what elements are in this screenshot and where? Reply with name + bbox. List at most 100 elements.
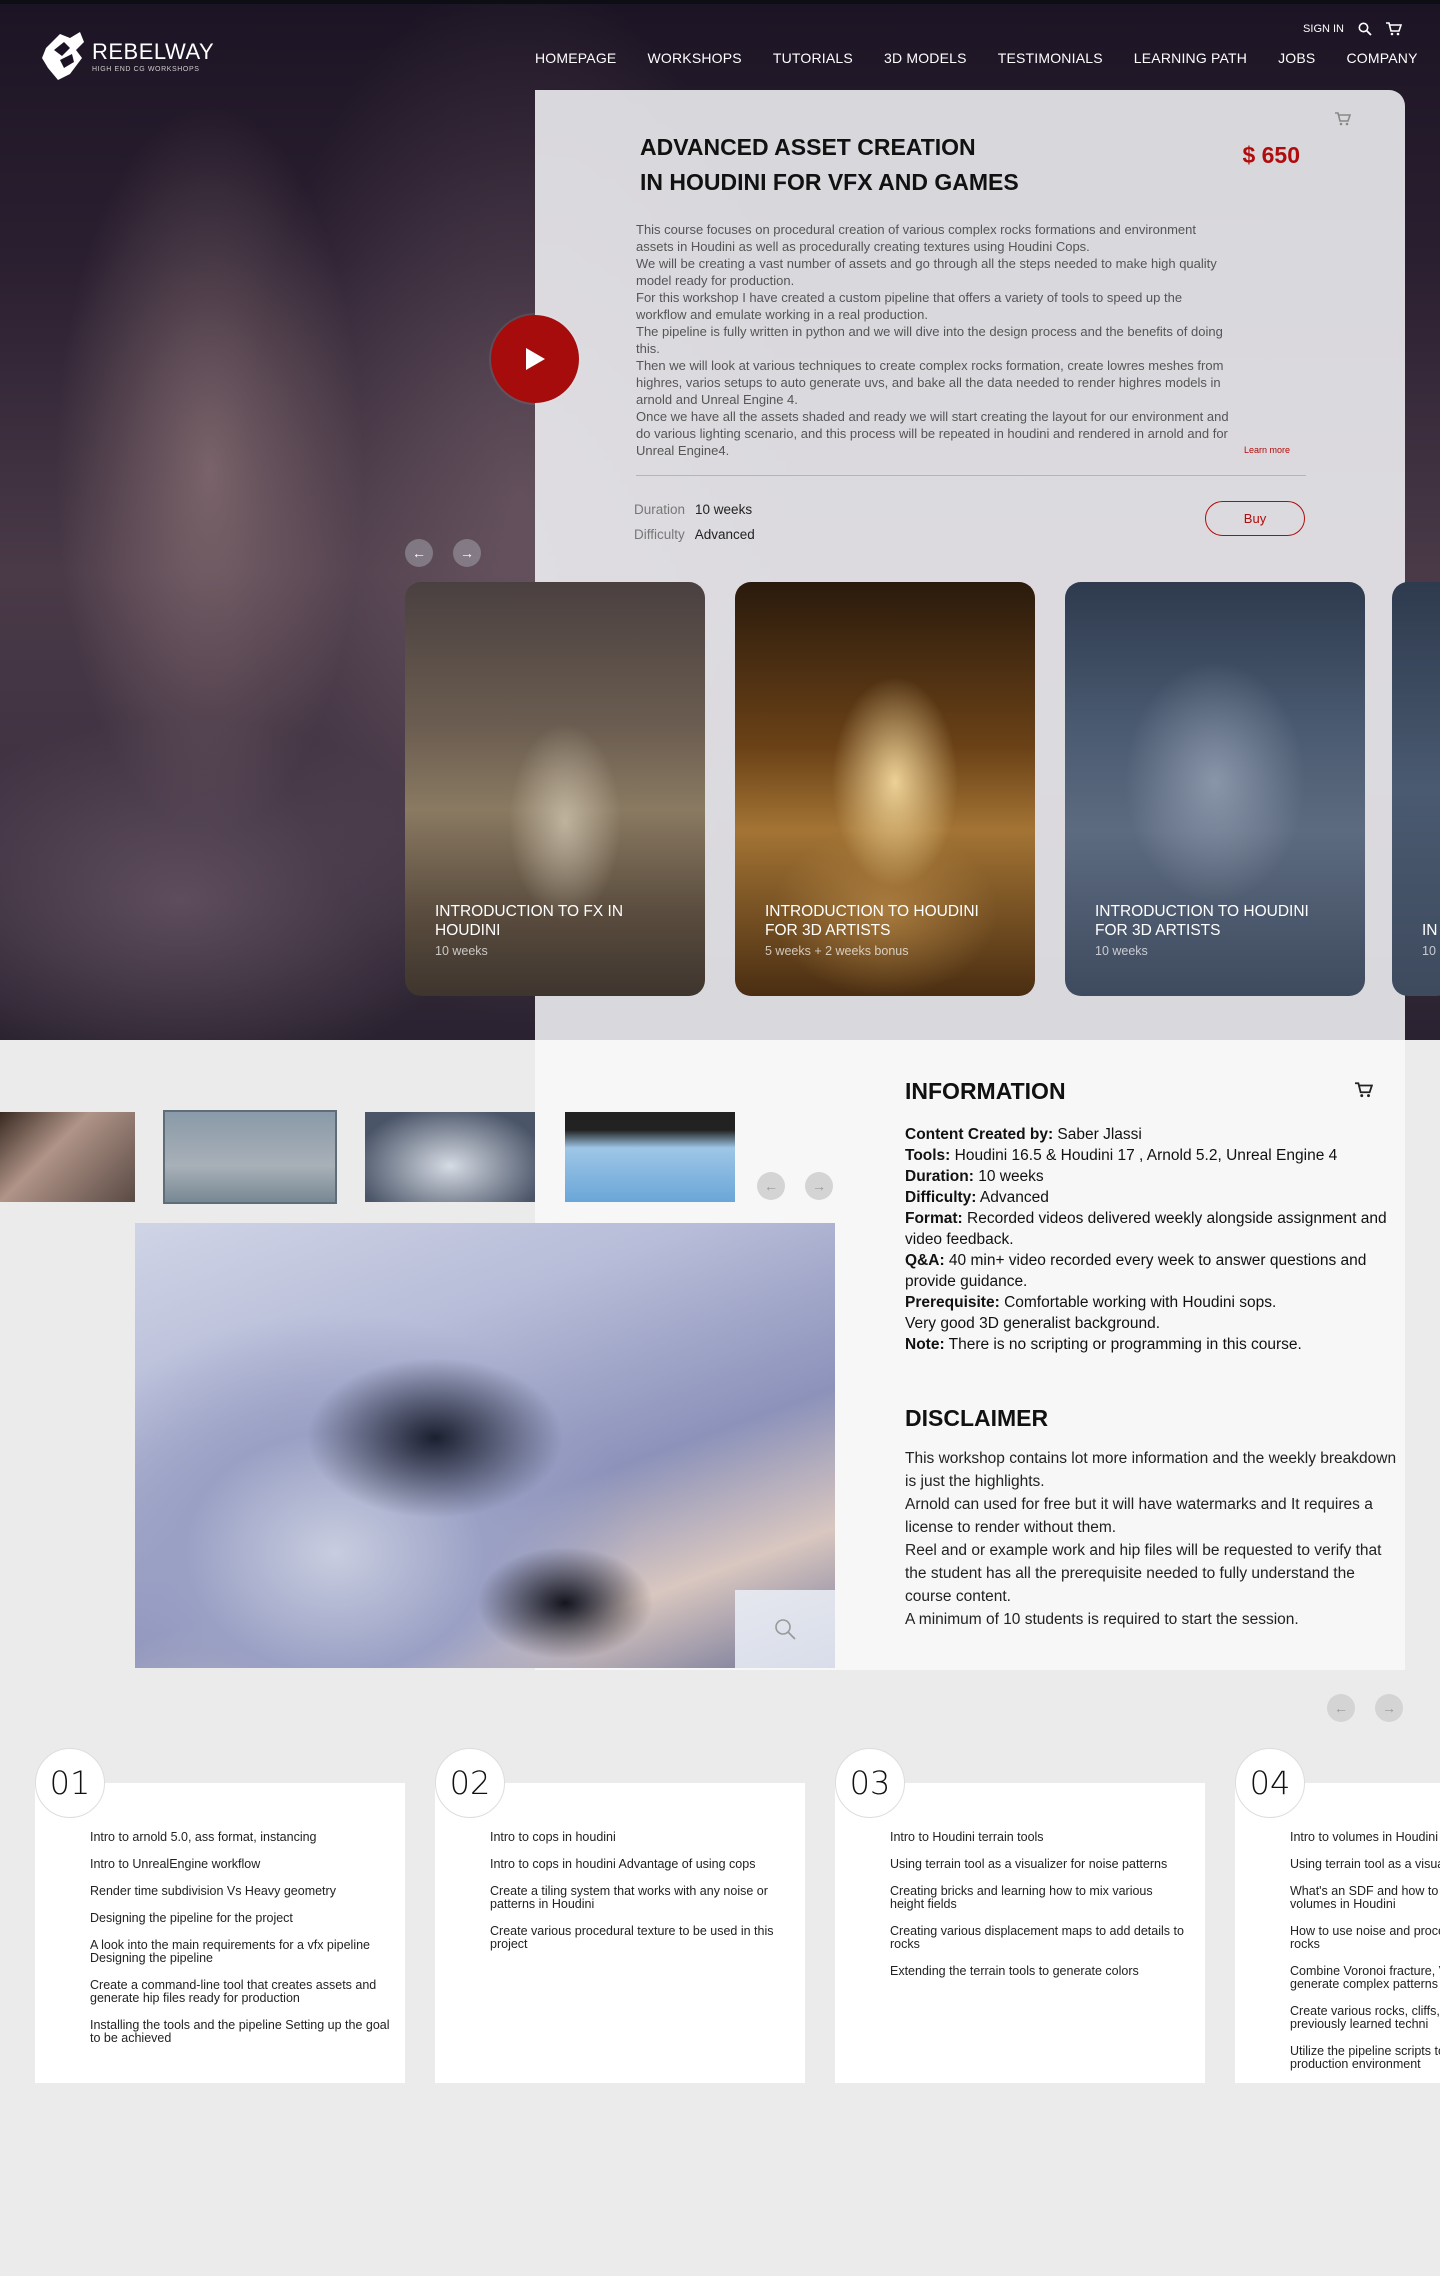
- learn-more-link[interactable]: Learn more: [1244, 445, 1290, 455]
- nav-tutorials[interactable]: TUTORIALS: [773, 50, 853, 66]
- list-item: Render time subdivision Vs Heavy geometr…: [90, 1884, 336, 1898]
- info-label: Format:: [905, 1210, 963, 1227]
- list-item: Intro to arnold 5.0, ass format, instanc…: [90, 1830, 317, 1844]
- week-topics: Intro to arnold 5.0, ass format, instanc…: [90, 1831, 390, 2059]
- carousel-prev-arrow-icon[interactable]: ←: [405, 539, 433, 567]
- zoom-button[interactable]: [735, 1590, 835, 1668]
- info-value: 10 weeks: [973, 1168, 1044, 1185]
- week-card: Intro to cops in houdini Intro to cops i…: [435, 1783, 805, 2083]
- nav-testimonials[interactable]: TESTIMONIALS: [998, 50, 1103, 66]
- list-item: Intro to cops in houdini: [490, 1830, 616, 1844]
- card-title: INTRODUCTION TO HOUDINI FOR 3D ARTISTS: [1095, 903, 1309, 939]
- nav-workshops[interactable]: WORKSHOPS: [647, 50, 741, 66]
- disclaimer-line: This workshop contains lot more informat…: [905, 1450, 1397, 1490]
- cart-icon[interactable]: [1335, 112, 1351, 126]
- play-video-button[interactable]: [491, 315, 579, 403]
- list-item: Designing the pipeline for the project: [90, 1911, 293, 1925]
- main-nav: HOMEPAGE WORKSHOPS TUTORIALS 3D MODELS T…: [535, 50, 1418, 66]
- disclaimer-line: Reel and or example work and hip files w…: [905, 1542, 1382, 1605]
- gallery-thumbnail[interactable]: [0, 1112, 135, 1202]
- brand-name: REBELWAY: [92, 39, 215, 64]
- related-course-card[interactable]: INTRODUCTION TO HOUDINI FOR 3D ARTISTS 1…: [1065, 582, 1365, 996]
- course-price: $ 650: [1242, 142, 1300, 168]
- week-number: 01: [35, 1748, 105, 1818]
- week-card: Intro to arnold 5.0, ass format, instanc…: [35, 1783, 405, 2083]
- info-value: 40 min+ video recorded every week to ans…: [905, 1252, 1367, 1290]
- gallery-thumbnail[interactable]: [163, 1110, 337, 1204]
- play-icon: [526, 348, 545, 370]
- info-label: Prerequisite:: [905, 1294, 1000, 1311]
- nav-learning-path[interactable]: LEARNING PATH: [1134, 50, 1247, 66]
- list-item: Creating bricks and learning how to mix …: [890, 1884, 1153, 1911]
- info-value: Saber Jlassi: [1053, 1126, 1142, 1143]
- related-course-card[interactable]: INTRODUCTION TO FX IN HOUDINI 10 weeks: [405, 582, 705, 996]
- nav-jobs[interactable]: JOBS: [1278, 50, 1315, 66]
- list-item: Create various rocks, cliffs, w the prev…: [1290, 2004, 1440, 2031]
- course-description: This course focuses on procedural creati…: [636, 222, 1229, 458]
- list-item: Intro to volumes in Houdini: [1290, 1831, 1438, 1844]
- card-title: INTRODUCTION TO FX IN HOUDINI: [435, 903, 624, 939]
- page: REBELWAY HIGH END CG WORKSHOPS SIGN IN H…: [0, 0, 1440, 2276]
- info-label: Duration:: [905, 1168, 974, 1185]
- zoom-icon: [775, 1619, 796, 1640]
- card-title: INTRODUCTION TO HOUDINI FOR 3D ARTISTS: [765, 903, 979, 939]
- list-item: What's an SDF and how to m volumes in Ho…: [1290, 1884, 1440, 1911]
- list-item: Combine Voronoi fracture, Vo generate co…: [1290, 1964, 1440, 1991]
- week-number: 03: [835, 1748, 905, 1818]
- info-value: Houdini 16.5 & Houdini 17 , Arnold 5.2, …: [950, 1147, 1338, 1164]
- cart-icon[interactable]: [1355, 1082, 1373, 1098]
- week-number: 02: [435, 1748, 505, 1818]
- week-topics: Intro to volumes in Houdini Using terrai…: [1290, 1831, 1440, 2085]
- nav-company[interactable]: COMPANY: [1346, 50, 1417, 66]
- week-number: 04: [1235, 1748, 1305, 1818]
- course-title-line1: ADVANCED ASSET CREATION: [640, 134, 976, 160]
- course-title: ADVANCED ASSET CREATION IN HOUDINI FOR V…: [640, 130, 1100, 200]
- search-icon[interactable]: [1358, 22, 1372, 36]
- gallery-thumbnail[interactable]: [365, 1112, 535, 1202]
- course-meta: Duration 10 weeks Difficulty Advanced: [634, 497, 755, 547]
- gallery-main-image: [135, 1223, 835, 1668]
- info-value: There is no scripting or programming in …: [944, 1336, 1302, 1353]
- list-item: Create various procedural texture to be …: [490, 1924, 774, 1951]
- gallery-thumbnail[interactable]: [565, 1112, 735, 1202]
- related-course-card[interactable]: IN FO 10: [1392, 582, 1440, 996]
- disclaimer-line: A minimum of 10 students is required to …: [905, 1611, 1299, 1628]
- buy-button[interactable]: Buy: [1205, 501, 1305, 536]
- sign-in-link[interactable]: SIGN IN: [1303, 23, 1344, 35]
- header-actions: SIGN IN: [1303, 22, 1402, 36]
- info-label: Tools:: [905, 1147, 951, 1164]
- list-item: Using terrain tool as a visualiz: [1290, 1857, 1440, 1871]
- information-title: INFORMATION: [905, 1078, 1066, 1104]
- gallery-prev-arrow-icon[interactable]: ←: [757, 1172, 785, 1200]
- weeks-arrows: ← →: [1327, 1694, 1403, 1722]
- divider: [636, 475, 1306, 476]
- course-title-line2: IN HOUDINI FOR VFX AND GAMES: [640, 169, 1019, 195]
- brand-tagline: HIGH END CG WORKSHOPS: [92, 66, 200, 73]
- related-course-card[interactable]: INTRODUCTION TO HOUDINI FOR 3D ARTISTS 5…: [735, 582, 1035, 996]
- info-label: Difficulty:: [905, 1189, 977, 1206]
- info-value: Advanced: [976, 1189, 1049, 1206]
- weeks-prev-arrow-icon[interactable]: ←: [1327, 1694, 1355, 1722]
- gallery-arrows: ← →: [757, 1172, 833, 1200]
- carousel-arrows: ← →: [405, 539, 481, 567]
- top-bar: [0, 0, 1440, 4]
- gallery-next-arrow-icon[interactable]: →: [805, 1172, 833, 1200]
- logo[interactable]: REBELWAY HIGH END CG WORKSHOPS: [40, 28, 214, 84]
- week-topics: Intro to cops in houdini Intro to cops i…: [490, 1831, 790, 1965]
- list-item: Create a command-line tool that creates …: [90, 1978, 377, 2005]
- card-duration: 5 weeks + 2 weeks bonus: [765, 944, 909, 958]
- list-item: Using terrain tool as a visualizer for n…: [890, 1857, 1168, 1871]
- rebelway-logo-icon: [42, 32, 84, 80]
- card-title: IN FO: [1422, 922, 1440, 939]
- cart-icon[interactable]: [1386, 22, 1402, 36]
- list-item: Intro to cops in houdini Advantage of us…: [490, 1857, 756, 1871]
- disclaimer-line: Arnold can used for free but it will hav…: [905, 1496, 1373, 1536]
- card-duration: 10 weeks: [1095, 944, 1148, 958]
- disclaimer-title: DISCLAIMER: [905, 1405, 1049, 1431]
- info-value: Recorded videos delivered weekly alongsi…: [905, 1210, 1387, 1248]
- weeks-next-arrow-icon[interactable]: →: [1375, 1694, 1403, 1722]
- duration-label: Duration: [634, 502, 686, 517]
- carousel-next-arrow-icon[interactable]: →: [453, 539, 481, 567]
- nav-homepage[interactable]: HOMEPAGE: [535, 50, 616, 66]
- nav-3d-models[interactable]: 3D MODELS: [884, 50, 967, 66]
